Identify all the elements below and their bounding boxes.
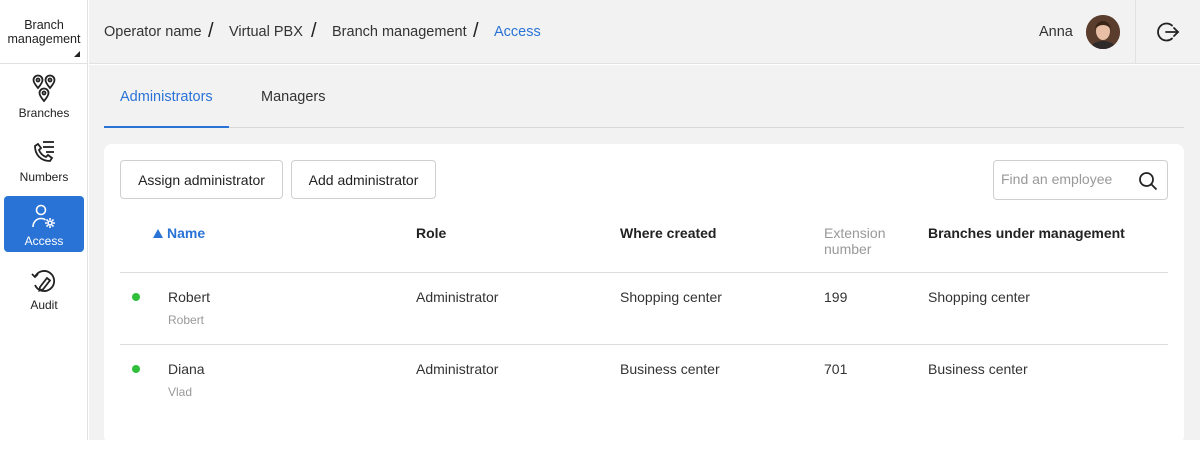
sidebar-item-audit[interactable]: Audit bbox=[4, 260, 84, 316]
employee-extension: 199 bbox=[824, 289, 848, 305]
brand-line1: Branch bbox=[24, 18, 64, 32]
search-icon[interactable] bbox=[1138, 171, 1158, 191]
column-header-where-created[interactable]: Where created bbox=[620, 225, 716, 241]
tab-administrators[interactable]: Administrators bbox=[120, 89, 213, 105]
column-header-branches[interactable]: Branches under management bbox=[928, 225, 1125, 241]
employee-role: Administrator bbox=[416, 361, 499, 377]
brand-selector[interactable]: Branch management bbox=[0, 0, 88, 64]
top-header: Operator name / Virtual PBX / Branch man… bbox=[89, 0, 1200, 64]
sidebar-item-label: Numbers bbox=[19, 170, 69, 184]
breadcrumb-operator[interactable]: Operator name bbox=[104, 24, 202, 40]
sidebar-item-access[interactable]: Access bbox=[4, 196, 84, 252]
employee-subname: Vlad bbox=[168, 385, 193, 399]
search-box bbox=[993, 160, 1168, 200]
access-icon bbox=[32, 204, 55, 228]
row-divider bbox=[120, 344, 1168, 345]
audit-icon bbox=[31, 270, 55, 292]
employee-name[interactable]: Robert bbox=[168, 289, 210, 305]
administrators-card: Assign administrator Add administrator N… bbox=[104, 144, 1184, 444]
column-header-label: number bbox=[824, 241, 872, 257]
breadcrumb-branch-management[interactable]: Branch management bbox=[332, 24, 467, 40]
breadcrumb-separator: / bbox=[208, 20, 214, 42]
logout-button[interactable] bbox=[1135, 0, 1200, 64]
column-header-role[interactable]: Role bbox=[416, 225, 446, 241]
breadcrumb-separator: / bbox=[311, 20, 317, 42]
header-divider bbox=[120, 272, 1168, 273]
main-content: Administrators Managers Assign administr… bbox=[89, 65, 1200, 444]
tab-managers[interactable]: Managers bbox=[261, 89, 325, 105]
breadcrumb-separator: / bbox=[473, 20, 479, 42]
tabs-divider bbox=[104, 127, 1184, 128]
breadcrumb-current: Access bbox=[494, 24, 541, 40]
active-tab-indicator bbox=[104, 126, 229, 128]
employee-where-created: Shopping center bbox=[620, 289, 722, 305]
branches-icon bbox=[32, 74, 56, 103]
employee-where-created: Business center bbox=[620, 361, 720, 377]
sidebar-item-label: Branches bbox=[18, 106, 70, 120]
sidebar-item-label: Access bbox=[24, 234, 64, 248]
status-online-icon bbox=[132, 293, 140, 301]
sidebar: Branch management Branches Numbers Acces… bbox=[0, 0, 88, 440]
sort-ascending-icon bbox=[153, 229, 163, 238]
avatar[interactable] bbox=[1086, 15, 1120, 49]
status-online-icon bbox=[132, 365, 140, 373]
column-header-name[interactable]: Name bbox=[153, 225, 205, 241]
column-header-label: Extension bbox=[824, 225, 886, 241]
column-header-label: Name bbox=[167, 225, 206, 241]
employee-subname: Robert bbox=[168, 313, 205, 327]
add-administrator-button[interactable]: Add administrator bbox=[291, 160, 436, 199]
employee-extension: 701 bbox=[824, 361, 848, 377]
assign-administrator-button[interactable]: Assign administrator bbox=[120, 160, 283, 199]
breadcrumb-virtual-pbx[interactable]: Virtual PBX bbox=[229, 24, 303, 40]
numbers-icon bbox=[34, 141, 54, 162]
app-window: Branch management Branches Numbers Acces… bbox=[0, 0, 1200, 456]
sidebar-item-label: Audit bbox=[30, 298, 58, 312]
column-header-extension: Extension number bbox=[824, 225, 885, 257]
logout-icon bbox=[1157, 22, 1180, 42]
search-input[interactable] bbox=[1001, 171, 1131, 187]
corner-triangle-icon bbox=[74, 51, 80, 57]
employee-branches: Business center bbox=[928, 361, 1028, 377]
sidebar-item-branches[interactable]: Branches bbox=[4, 68, 84, 124]
employee-role: Administrator bbox=[416, 289, 499, 305]
employee-branches: Shopping center bbox=[928, 289, 1030, 305]
brand-line2: management bbox=[7, 32, 81, 46]
user-name[interactable]: Anna bbox=[1039, 24, 1073, 40]
employee-name[interactable]: Diana bbox=[168, 361, 205, 377]
sidebar-item-numbers[interactable]: Numbers bbox=[4, 132, 84, 188]
